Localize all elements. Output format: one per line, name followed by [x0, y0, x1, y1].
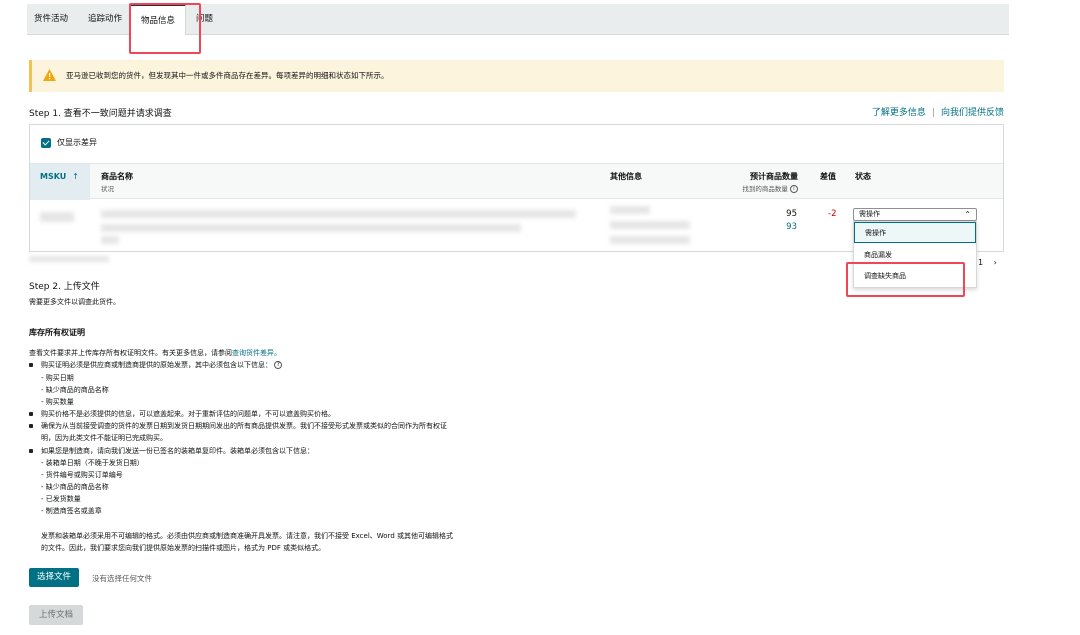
bullet [29, 412, 33, 416]
checkbox-checked-icon[interactable] [41, 137, 51, 148]
found-qty[interactable]: 93 [786, 222, 797, 232]
filter-label: 仅显示差异 [57, 138, 97, 147]
bullet-4-item: - 货件编号或购买订单编号 [41, 471, 123, 479]
redacted-product-name [101, 210, 576, 218]
bullet-4-item: - 制造商签名或盖章 [41, 507, 102, 515]
bullet-3: 确保为从当前接受调查的货件的发票日期到发货日期期间发出的所有商品提供发票。我们不… [41, 422, 447, 430]
step1-title: Step 1. 查看不一致问题并请求调查 [29, 109, 172, 119]
bullet-4-item: - 装箱单日期（不晚于发货日期） [41, 459, 144, 467]
step2-subtitle: 需要更多文件以调查此货件。 [29, 298, 120, 306]
no-file-text: 没有选择任何文件 [92, 574, 152, 583]
step2-title: Step 2. 上传文件 [29, 282, 100, 292]
highlight-box-tab [129, 3, 201, 54]
redacted-product-name-2 [101, 224, 521, 232]
warning-text: 亚马逊已收到您的货件，但发现其中一件或多件商品存在差异。每项差异的明细和状态如下… [66, 71, 389, 80]
page-number[interactable]: 1 [978, 258, 983, 267]
diff-header: 差值 [820, 172, 836, 181]
redacted-footer [29, 256, 109, 262]
msku-header[interactable]: MSKU ↑ [40, 172, 79, 181]
chevron-up-icon: ⌃ [964, 210, 971, 219]
bullet-1-item: - 购买日期 [41, 374, 74, 382]
name-header: 商品名称 状况 [101, 172, 133, 193]
pagination: 1 › [978, 258, 997, 267]
status-header: 状态 [855, 172, 871, 181]
qty-header: 预计商品数量 找到的商品数量 i [742, 172, 798, 193]
expected-qty: 95 [786, 209, 797, 219]
bullet [29, 424, 33, 428]
bullet-1: 购买证明必须是供应商或制造商提供的原始发票，其中必须包含以下信息： ? [41, 360, 283, 370]
ownership-title: 库存所有权证明 [29, 328, 85, 337]
status-select[interactable]: 需操作 ⌃ [853, 208, 977, 221]
format-note-1: 发票和装箱单必须采用不可编辑的格式。必须由供应商或制造商准确开具发票。请注意，我… [41, 532, 453, 540]
bullet-1-item: - 缺少商品的商品名称 [41, 386, 109, 394]
bullet-3-cont: 明，因为此类文件不能证明已完成购买。 [41, 434, 167, 442]
redacted-other-1 [610, 206, 650, 214]
redacted-msku [40, 212, 74, 222]
help-links: 了解更多信息 | 向我们提供反馈 [871, 108, 1004, 118]
upload-document-button[interactable]: 上传文档 [29, 605, 83, 625]
bullet-1-item: - 购买数量 [41, 398, 74, 406]
warning-banner: 亚马逊已收到您的货件，但发现其中一件或多件商品存在差异。每项差异的明细和状态如下… [29, 60, 1004, 92]
format-note-2: 的文件。因此，我们要求您向我们提供原始发票的扫描件或图片，格式为 PDF 或类似… [41, 544, 326, 552]
redacted-other-3 [610, 236, 690, 244]
next-page-icon[interactable]: › [994, 258, 997, 267]
learn-more-link[interactable]: 了解更多信息 [872, 108, 926, 118]
redacted-other-2 [610, 221, 690, 229]
bullet-4-item: - 缺少商品的商品名称 [41, 483, 109, 491]
bullet-2: 购买价格不是必须提供的信息，可以遮盖起来。对于重新评估的问题单，不可以遮盖购买价… [41, 410, 335, 418]
other-info-header: 其他信息 [610, 172, 642, 181]
bullet-4: 如果您是制造商，请向我们发送一份已签名的装箱单复印件。装箱单必须包含以下信息： [41, 447, 314, 455]
sort-up-icon[interactable]: ↑ [72, 172, 79, 181]
bullet [29, 363, 33, 367]
bullet-4-item: - 已发货数量 [41, 495, 81, 503]
info-icon[interactable]: i [790, 185, 798, 193]
ownership-intro: 查看文件要求并上传库存所有权证明文件。有关更多信息，请参阅查询货件差异。 [29, 349, 281, 357]
diff-value: -2 [828, 209, 837, 219]
tab-tracking[interactable]: 追踪动作 [88, 4, 122, 35]
query-discrepancy-link[interactable]: 查询货件差异。 [232, 349, 281, 357]
help-icon[interactable]: ? [274, 361, 283, 369]
choose-file-button[interactable]: 选择文件 [29, 568, 79, 587]
status-option-action-required[interactable]: 需操作 [854, 222, 976, 243]
tab-shipment-activity[interactable]: 货件活动 [34, 4, 68, 35]
feedback-link[interactable]: 向我们提供反馈 [941, 108, 1004, 118]
bullet [29, 449, 33, 453]
table-header: MSKU ↑ 商品名称 状况 其他信息 预计商品数量 找到的商品数量 i 差值 状… [30, 163, 1003, 200]
show-discrepancies-filter[interactable]: 仅显示差异 [41, 137, 97, 148]
status-select-value: 需操作 [859, 210, 880, 218]
redacted-condition [101, 236, 119, 244]
highlight-box-option [846, 262, 965, 297]
msku-header-cell[interactable] [30, 164, 90, 200]
warning-icon [43, 69, 56, 81]
